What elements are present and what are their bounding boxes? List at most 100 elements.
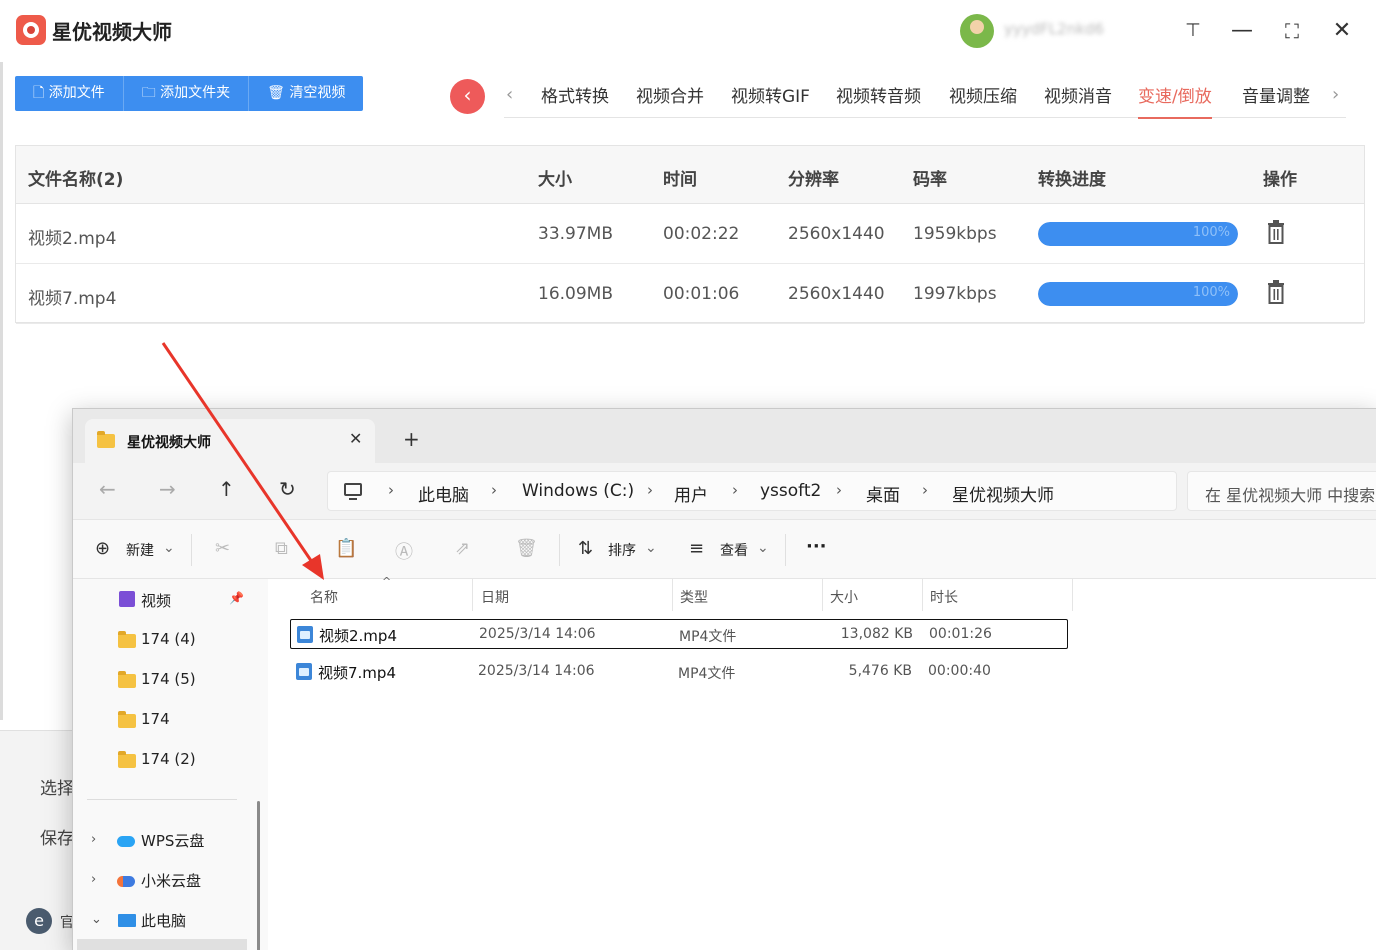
- more-options-icon[interactable]: ···: [806, 536, 827, 557]
- breadcrumb-desktop[interactable]: 桌面: [866, 481, 900, 506]
- folder-icon: [97, 431, 115, 448]
- pin-icon[interactable]: ⊤: [1176, 14, 1210, 48]
- window-edge: [0, 60, 3, 720]
- tab-speed-reverse[interactable]: 变速/倒放: [1138, 82, 1212, 119]
- paste-icon[interactable]: 📋: [335, 538, 357, 559]
- file-row[interactable]: 视频7.mp4 2025/3/14 14:06 MP4文件 5,476 KB 0…: [290, 657, 1068, 687]
- file-name: 视频2.mp4: [319, 627, 397, 645]
- tabs-next-icon[interactable]: ›: [1332, 84, 1339, 105]
- delete-icon[interactable]: 🗑: [515, 538, 538, 559]
- mi-cloud-icon: [117, 876, 135, 887]
- breadcrumb-drive[interactable]: Windows (C:): [522, 481, 634, 501]
- copy-icon[interactable]: ⧉: [275, 538, 288, 559]
- chevron-right-icon[interactable]: ›: [91, 832, 96, 847]
- pin-icon[interactable]: 📌: [229, 591, 244, 605]
- video-file-icon: [296, 663, 312, 680]
- tab-video-compress[interactable]: 视频压缩: [949, 82, 1017, 117]
- close-tab-icon[interactable]: ✕: [349, 429, 362, 448]
- tab-video-to-audio[interactable]: 视频转音频: [836, 82, 921, 117]
- col-type[interactable]: 类型: [680, 587, 708, 607]
- forward-arrow-icon[interactable]: →: [159, 477, 176, 501]
- col-duration[interactable]: 时长: [930, 587, 958, 607]
- explorer-tab-title: 星优视频大师: [127, 435, 211, 451]
- col-date[interactable]: 日期: [481, 587, 509, 607]
- column-divider[interactable]: [1072, 579, 1073, 611]
- new-button[interactable]: 新建: [126, 540, 154, 560]
- tab-video-merge[interactable]: 视频合并: [636, 82, 704, 117]
- column-divider[interactable]: [472, 579, 473, 611]
- col-name[interactable]: 名称: [310, 587, 338, 607]
- explorer-tab[interactable]: 星优视频大师 ✕: [85, 419, 375, 463]
- this-pc-icon: [118, 914, 136, 927]
- column-divider[interactable]: [922, 579, 923, 611]
- address-bar-row: ← → ↑ ↻ › 此电脑 › Windows (C:) › 用户 › ysso…: [73, 463, 1376, 519]
- sort-button[interactable]: 排序: [608, 540, 636, 560]
- user-avatar[interactable]: [960, 14, 994, 48]
- minimize-button[interactable]: —: [1225, 14, 1259, 48]
- breadcrumb-users[interactable]: 用户: [674, 481, 708, 506]
- sidebar-divider: [87, 799, 237, 800]
- sidebar-scrollbar[interactable]: [257, 801, 260, 950]
- search-box[interactable]: 在 星优视频大师 中搜索: [1187, 471, 1376, 511]
- file-row-selected[interactable]: 视频2.mp4 2025/3/14 14:06 MP4文件 13,082 KB …: [290, 619, 1068, 649]
- row-bitrate: 1959kbps: [913, 224, 997, 244]
- view-icon[interactable]: ≡: [689, 538, 704, 559]
- table-header: 文件名称(2) 大小 时间 分辨率 码率 转换进度 操作: [16, 146, 1364, 204]
- sort-ascending-icon: ^: [382, 575, 392, 588]
- tab-video-to-gif[interactable]: 视频转GIF: [731, 82, 810, 117]
- breadcrumb-this-pc[interactable]: 此电脑: [418, 481, 469, 506]
- divider: [191, 534, 192, 566]
- delete-icon[interactable]: [1266, 220, 1286, 244]
- title-bar: 星优视频大师 yyydFL2nkd6 ⊤ — ⛶ ✕: [0, 0, 1376, 62]
- col-size[interactable]: 大小: [830, 587, 858, 607]
- cut-icon[interactable]: ✂: [215, 538, 230, 559]
- tabs-prev-icon[interactable]: ‹: [506, 84, 513, 105]
- address-bar[interactable]: › 此电脑 › Windows (C:) › 用户 › yssoft2 › 桌面…: [327, 471, 1177, 511]
- file-type: MP4文件: [678, 666, 736, 682]
- view-button[interactable]: 查看: [720, 540, 748, 560]
- sort-icon[interactable]: ⇅: [578, 538, 593, 559]
- table-row[interactable]: 视频7.mp4 16.09MB 00:01:06 2560x1440 1997k…: [16, 264, 1364, 324]
- progress-bar: 100%: [1038, 222, 1238, 246]
- chevron-right-icon: ›: [647, 481, 653, 499]
- add-folder-button[interactable]: 🗀 添加文件夹: [124, 76, 250, 111]
- refresh-icon[interactable]: ↻: [279, 477, 296, 501]
- e-icon[interactable]: e: [26, 908, 52, 934]
- up-arrow-icon[interactable]: ↑: [218, 477, 235, 501]
- new-tab-icon[interactable]: +: [403, 427, 420, 451]
- progress-fill: 100%: [1038, 282, 1238, 306]
- column-divider[interactable]: [672, 579, 673, 611]
- close-button[interactable]: ✕: [1325, 14, 1359, 48]
- clear-videos-button[interactable]: 🗑 清空视频: [249, 76, 363, 111]
- tab-volume-adjust[interactable]: 音量调整: [1242, 82, 1310, 117]
- collapse-back-button[interactable]: ‹: [450, 79, 485, 114]
- row-resolution: 2560x1440: [788, 224, 885, 244]
- new-plus-icon[interactable]: ⊕: [95, 538, 110, 559]
- chevron-right-icon: ›: [732, 481, 738, 499]
- breadcrumb-user[interactable]: yssoft2: [760, 481, 821, 501]
- tab-format-convert[interactable]: 格式转换: [541, 82, 609, 117]
- tab-video-mute[interactable]: 视频消音: [1044, 82, 1112, 117]
- chevron-right-icon[interactable]: ›: [91, 872, 96, 887]
- chevron-down-icon[interactable]: ⌄: [91, 912, 102, 927]
- share-icon[interactable]: ⇗: [455, 538, 470, 559]
- selected-sidebar-item[interactable]: [77, 939, 247, 950]
- sidebar-item-label: 174 (2): [141, 750, 196, 768]
- maximize-button[interactable]: ⛶: [1275, 14, 1309, 48]
- computer-icon: [344, 483, 362, 500]
- col-bitrate: 码率: [913, 170, 947, 190]
- add-file-button[interactable]: 🗋 添加文件: [15, 76, 124, 111]
- rename-icon[interactable]: Ⓐ: [395, 538, 413, 564]
- column-divider[interactable]: [822, 579, 823, 611]
- col-progress: 转换进度: [1038, 170, 1106, 190]
- delete-icon[interactable]: [1266, 280, 1286, 304]
- back-arrow-icon[interactable]: ←: [99, 477, 116, 501]
- breadcrumb-current-folder[interactable]: 星优视频大师: [952, 481, 1054, 506]
- add-folder-label: 添加文件夹: [160, 85, 231, 101]
- row-size: 16.09MB: [538, 284, 613, 304]
- table-row[interactable]: 视频2.mp4 33.97MB 00:02:22 2560x1440 1959k…: [16, 204, 1364, 264]
- username[interactable]: yyydFL2nkd6: [1004, 20, 1104, 38]
- row-time: 00:02:22: [663, 224, 740, 244]
- progress-label: 100%: [1192, 285, 1230, 300]
- sidebar-item-label: 小米云盘: [141, 872, 202, 890]
